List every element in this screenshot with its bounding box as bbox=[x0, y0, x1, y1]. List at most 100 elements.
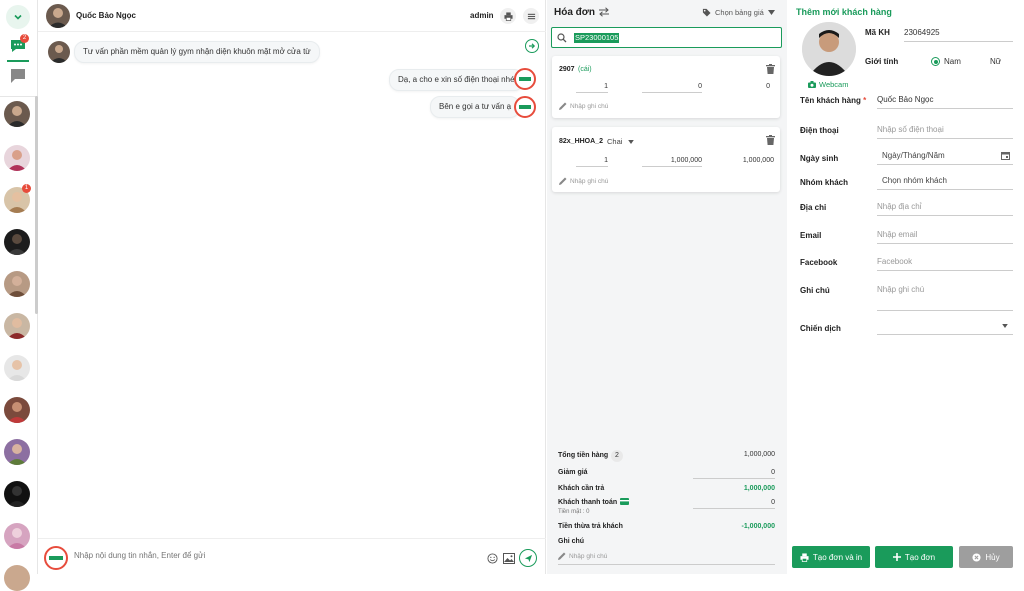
contact-avatar[interactable] bbox=[4, 229, 30, 255]
paid-label: Khách thanh toán bbox=[558, 499, 618, 506]
discount-label: Giảm giá bbox=[558, 469, 588, 476]
contact-avatar[interactable] bbox=[4, 565, 30, 591]
comment-icon bbox=[11, 69, 25, 83]
create-and-print-label: Tạo đơn và in bbox=[812, 552, 863, 562]
gender-female-radio[interactable]: Nữ bbox=[977, 57, 1001, 66]
emoji-button[interactable] bbox=[487, 553, 498, 566]
dob-field[interactable]: Ngày/Tháng/Năm bbox=[877, 147, 1013, 165]
contact-avatar[interactable] bbox=[4, 313, 30, 339]
scroll-to-latest-button[interactable] bbox=[525, 39, 539, 53]
item-qty[interactable]: 1 bbox=[576, 83, 608, 90]
email-label: Email bbox=[800, 231, 822, 240]
chat-header: Quốc Bảo Ngọc admin bbox=[38, 0, 546, 32]
chat-contact-avatar[interactable] bbox=[46, 4, 70, 28]
discount-input[interactable]: 0 bbox=[693, 469, 775, 476]
webcam-button[interactable]: Webcam bbox=[808, 80, 848, 89]
caret-down-icon bbox=[628, 139, 635, 144]
cancel-button[interactable]: Hủy bbox=[959, 546, 1013, 568]
name-field[interactable]: Quốc Bảo Ngọc bbox=[877, 91, 1013, 109]
paid-underline bbox=[693, 508, 775, 509]
contact-avatar[interactable] bbox=[4, 523, 30, 549]
create-and-print-button[interactable]: Tạo đơn và in bbox=[792, 546, 870, 568]
group-select[interactable]: Chọn nhóm khách bbox=[877, 172, 1013, 190]
image-button[interactable] bbox=[503, 553, 515, 566]
left-rail: 2 1 bbox=[0, 0, 38, 591]
total-count-badge: 2 bbox=[611, 450, 623, 462]
delete-item-button[interactable] bbox=[766, 64, 775, 76]
credit-card-icon[interactable] bbox=[620, 498, 629, 505]
item-note-input[interactable]: Nhập ghi chú bbox=[570, 178, 608, 185]
menu-button[interactable] bbox=[523, 8, 539, 24]
code-label: Mã KH bbox=[865, 28, 890, 37]
item-total: 0 bbox=[766, 83, 770, 90]
form-title: Thêm mới khách hàng bbox=[796, 7, 892, 17]
unread-badge: 2 bbox=[20, 34, 29, 43]
swap-invoice-button[interactable] bbox=[598, 7, 610, 19]
contact-avatar[interactable] bbox=[4, 101, 30, 127]
invoice-note-input[interactable]: Nhập ghi chú bbox=[569, 553, 607, 560]
agent-avatar bbox=[514, 68, 536, 90]
pencil-icon bbox=[559, 177, 567, 185]
item-price[interactable]: 0 bbox=[642, 83, 702, 90]
tag-icon bbox=[702, 8, 711, 17]
item-code: 2907 bbox=[559, 66, 575, 73]
customer-photo[interactable] bbox=[802, 22, 856, 76]
code-field[interactable]: 23064925 bbox=[904, 24, 1013, 42]
gender-male-label: Nam bbox=[944, 57, 961, 66]
total-label: Tổng tiền hàng bbox=[558, 452, 609, 459]
chat-contact-name: Quốc Bảo Ngọc bbox=[76, 11, 137, 20]
item-price[interactable]: 1,000,000 bbox=[642, 157, 702, 164]
note-field[interactable]: Nhập ghi chú bbox=[877, 281, 1013, 311]
note-label: Ghi chú bbox=[800, 286, 830, 295]
search-input[interactable]: SP23000105 bbox=[574, 33, 620, 43]
campaign-select[interactable] bbox=[877, 317, 1013, 335]
dob-label: Ngày sinh bbox=[800, 154, 839, 163]
name-label: Tên khách hàng * bbox=[800, 96, 867, 105]
paid-input[interactable]: 0 bbox=[693, 499, 775, 506]
camera-icon bbox=[808, 81, 816, 88]
item-unit-select[interactable]: Chai bbox=[607, 137, 635, 146]
arrow-right-icon bbox=[529, 43, 536, 49]
product-search[interactable]: SP23000105 bbox=[551, 27, 782, 48]
collapse-button[interactable] bbox=[6, 5, 30, 29]
address-field[interactable]: Nhập địa chỉ bbox=[877, 198, 1013, 216]
outgoing-message: Bên e gọi a tư vấn ạ bbox=[430, 96, 521, 118]
gender-male-radio[interactable]: Nam bbox=[931, 57, 961, 66]
item-qty[interactable]: 1 bbox=[576, 157, 608, 164]
calendar-icon[interactable] bbox=[1001, 151, 1010, 160]
message-input[interactable] bbox=[74, 547, 474, 563]
contact-avatar[interactable] bbox=[4, 145, 30, 171]
swap-icon bbox=[599, 7, 609, 17]
contact-avatar[interactable] bbox=[4, 481, 30, 507]
facebook-field[interactable]: Facebook bbox=[877, 253, 1013, 271]
contact-avatar[interactable] bbox=[4, 439, 30, 465]
item-code: 82x_HHOA_2 bbox=[559, 138, 603, 145]
contact-unread-badge: 1 bbox=[22, 184, 31, 193]
close-circle-icon bbox=[972, 552, 981, 562]
email-field[interactable]: Nhập email bbox=[877, 226, 1013, 244]
send-icon bbox=[524, 554, 532, 562]
item-unit[interactable]: (cái) bbox=[578, 66, 592, 73]
note-label: Ghi chú bbox=[558, 538, 585, 545]
plus-icon bbox=[892, 553, 901, 561]
contact-avatar[interactable] bbox=[4, 397, 30, 423]
comments-tab[interactable] bbox=[10, 68, 26, 86]
cash-label: Tiền mặt : 0 bbox=[558, 509, 590, 515]
contact-avatar[interactable] bbox=[4, 355, 30, 381]
qty-underline bbox=[576, 92, 608, 93]
contact-avatar[interactable] bbox=[4, 271, 30, 297]
send-button[interactable] bbox=[519, 549, 537, 567]
search-icon bbox=[557, 33, 567, 43]
delete-item-button[interactable] bbox=[766, 135, 775, 147]
gender-female-label: Nữ bbox=[990, 57, 1002, 66]
item-note-input[interactable]: Nhập ghi chú bbox=[570, 103, 608, 110]
messages-tab[interactable]: 2 bbox=[9, 34, 29, 56]
cancel-label: Hủy bbox=[985, 552, 1000, 562]
invoice-title: Hóa đơn bbox=[554, 7, 595, 18]
change-label: Tiền thừa trả khách bbox=[558, 523, 623, 530]
create-order-button[interactable]: Tạo đơn bbox=[875, 546, 953, 568]
phone-field[interactable]: Nhập số điện thoại bbox=[877, 121, 1013, 139]
price-list-select[interactable]: Chọn bảng giá bbox=[702, 8, 775, 17]
print-button[interactable] bbox=[500, 8, 516, 24]
need-pay-label: Khách cần trả bbox=[558, 485, 605, 492]
